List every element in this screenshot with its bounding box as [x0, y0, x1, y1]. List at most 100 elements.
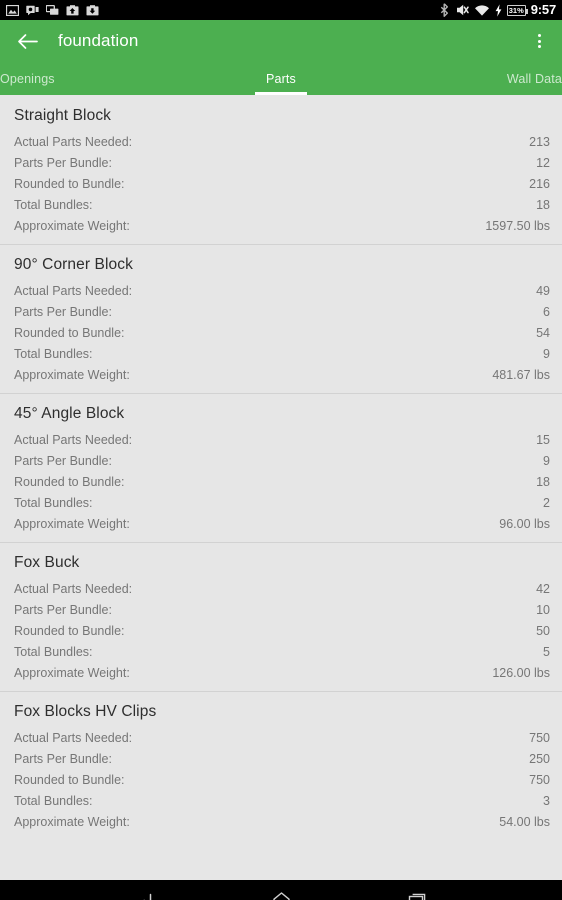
row-value: 3: [543, 793, 550, 808]
detail-row-actual-parts-needed: Actual Parts Needed: 15: [0, 431, 562, 452]
tab-label: Wall Data: [506, 71, 562, 86]
nav-recents-button[interactable]: [394, 880, 440, 900]
detail-row-approximate-weight: Approximate Weight: 126.00 lbs: [0, 664, 562, 685]
detail-row-parts-per-bundle: Parts Per Bundle: 250: [0, 750, 562, 771]
row-value: 54.00 lbs: [499, 814, 550, 829]
detail-row-total-bundles: Total Bundles: 2: [0, 494, 562, 515]
notification-icons: [6, 4, 99, 16]
row-value: 6: [543, 304, 550, 319]
back-button[interactable]: [14, 28, 40, 54]
row-value: 15: [536, 432, 550, 447]
row-label: Parts Per Bundle:: [14, 155, 112, 170]
row-value: 213: [529, 134, 550, 149]
detail-row-actual-parts-needed: Actual Parts Needed: 42: [0, 580, 562, 601]
back-arrow-icon: [17, 33, 38, 49]
tab-label: Parts: [266, 71, 296, 86]
part-title: Fox Buck: [14, 554, 80, 571]
part-title: 45° Angle Block: [14, 405, 125, 422]
detail-row-total-bundles: Total Bundles: 18: [0, 196, 562, 217]
row-value: 10: [536, 602, 550, 617]
battery-indicator: 31%: [506, 4, 528, 16]
row-label: Rounded to Bundle:: [14, 623, 125, 638]
row-label: Total Bundles:: [14, 495, 93, 510]
tab-label: Openings: [0, 71, 55, 86]
detail-row-approximate-weight: Approximate Weight: 96.00 lbs: [0, 515, 562, 536]
row-value: 9: [543, 346, 550, 361]
chat-bubble-icon: [26, 5, 39, 15]
row-value: 9: [543, 453, 550, 468]
tab-openings[interactable]: Openings: [0, 62, 187, 95]
detail-row-parts-per-bundle: Parts Per Bundle: 6: [0, 303, 562, 324]
row-value: 96.00 lbs: [499, 516, 550, 531]
row-value: 250: [529, 751, 550, 766]
row-value: 18: [536, 474, 550, 489]
row-label: Parts Per Bundle:: [14, 304, 112, 319]
tab-bar: Openings Parts Wall Data: [0, 62, 562, 95]
row-label: Rounded to Bundle:: [14, 772, 125, 787]
detail-row-parts-per-bundle: Parts Per Bundle: 10: [0, 601, 562, 622]
detail-row-total-bundles: Total Bundles: 5: [0, 643, 562, 664]
detail-row-total-bundles: Total Bundles: 9: [0, 345, 562, 366]
nav-home-button[interactable]: [258, 880, 304, 900]
row-label: Parts Per Bundle:: [14, 453, 112, 468]
detail-row-approximate-weight: Approximate Weight: 481.67 lbs: [0, 366, 562, 387]
row-label: Parts Per Bundle:: [14, 602, 112, 617]
detail-row-rounded-to-bundle: Rounded to Bundle: 18: [0, 473, 562, 494]
system-navigation-bar: [0, 880, 562, 900]
nav-home-icon: [272, 892, 290, 900]
row-label: Rounded to Bundle:: [14, 474, 125, 489]
row-label: Total Bundles:: [14, 644, 93, 659]
detail-row-actual-parts-needed: Actual Parts Needed: 750: [0, 729, 562, 750]
mute-icon: [456, 4, 469, 16]
row-label: Rounded to Bundle:: [14, 176, 125, 191]
part-title: Straight Block: [14, 107, 112, 124]
row-value: 2: [543, 495, 550, 510]
part-section: 45° Angle Block Actual Parts Needed: 15 …: [0, 393, 562, 542]
row-value: 18: [536, 197, 550, 212]
part-title: 90° Corner Block: [14, 256, 133, 273]
row-value: 42: [536, 581, 550, 596]
detail-row-rounded-to-bundle: Rounded to Bundle: 50: [0, 622, 562, 643]
row-label: Rounded to Bundle:: [14, 325, 125, 340]
part-title: Fox Blocks HV Clips: [14, 703, 157, 720]
row-label: Actual Parts Needed:: [14, 283, 133, 298]
row-label: Actual Parts Needed:: [14, 432, 133, 447]
detail-row-actual-parts-needed: Actual Parts Needed: 213: [0, 133, 562, 154]
image-icon: [6, 4, 19, 16]
row-label: Actual Parts Needed:: [14, 134, 133, 149]
battery-percent: 31%: [508, 5, 524, 15]
overflow-menu-icon: [537, 39, 541, 43]
list-empty-space: [0, 840, 562, 880]
row-value: 1597.50 lbs: [485, 218, 550, 233]
row-label: Total Bundles:: [14, 793, 93, 808]
detail-row-total-bundles: Total Bundles: 3: [0, 792, 562, 813]
row-value: 126.00 lbs: [492, 665, 550, 680]
bluetooth-icon: [440, 3, 448, 17]
nav-back-icon: [142, 893, 151, 900]
status-bar: 31% 9:57: [0, 0, 562, 20]
detail-row-rounded-to-bundle: Rounded to Bundle: 216: [0, 175, 562, 196]
parts-list[interactable]: Straight Block Actual Parts Needed: 213 …: [0, 95, 562, 880]
upload-photo-icon: [66, 4, 79, 15]
row-label: Actual Parts Needed:: [14, 581, 133, 596]
row-value: 750: [529, 772, 550, 787]
part-section: 90° Corner Block Actual Parts Needed: 49…: [0, 244, 562, 393]
row-label: Approximate Weight:: [14, 665, 130, 680]
tab-parts[interactable]: Parts: [187, 62, 374, 95]
charging-bolt-icon: [495, 3, 502, 17]
row-label: Approximate Weight:: [14, 367, 130, 382]
detail-row-parts-per-bundle: Parts Per Bundle: 9: [0, 452, 562, 473]
overflow-menu-button[interactable]: [526, 28, 552, 54]
row-label: Approximate Weight:: [14, 814, 130, 829]
download-photo-icon: [86, 4, 99, 15]
tab-wall-data[interactable]: Wall Data: [375, 62, 562, 95]
chat-bubbles-icon: [46, 4, 59, 15]
part-section: Fox Buck Actual Parts Needed: 42 Parts P…: [0, 542, 562, 691]
wifi-icon: [474, 4, 489, 16]
nav-recents-icon: [408, 893, 426, 900]
row-value: 50: [536, 623, 550, 638]
status-clock: 9:57: [530, 2, 556, 17]
row-label: Total Bundles:: [14, 346, 93, 361]
nav-back-button[interactable]: [122, 880, 168, 900]
row-value: 12: [536, 155, 550, 170]
